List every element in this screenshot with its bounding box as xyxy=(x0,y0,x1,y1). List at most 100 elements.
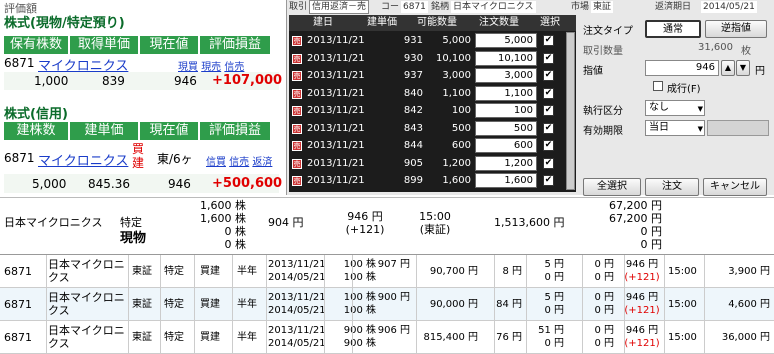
row-price: 843 xyxy=(403,122,423,134)
qty-unit: 枚 xyxy=(741,46,751,57)
margin-sell-link-2[interactable]: 信売 xyxy=(229,157,249,168)
grid-scrollbar[interactable] xyxy=(566,32,575,190)
row-qty-input[interactable]: 1,200 xyxy=(475,155,537,171)
qty-value: 31,600 xyxy=(698,42,733,53)
header-cost: 取得単価 xyxy=(70,36,138,54)
margin-row[interactable]: 6871 日本マイクロニクス 東証 特定 買建 半年 2013/11/21 2014/05/2… xyxy=(0,288,774,321)
order-type-normal[interactable]: 通常 xyxy=(645,20,701,38)
row-select-checkbox[interactable]: ✔ xyxy=(543,175,554,186)
row-select-checkbox[interactable]: ✔ xyxy=(543,87,554,99)
row-select-checkbox[interactable]: ✔ xyxy=(543,105,554,116)
column-divider xyxy=(128,321,129,354)
position-side: 買 建 xyxy=(131,142,145,170)
column-divider xyxy=(160,255,161,288)
row-code: 6871 xyxy=(4,331,32,344)
side-char-open: 建 xyxy=(131,156,144,170)
row-amount: 90,700 円 xyxy=(429,266,478,277)
row-qty-input[interactable]: 3,000 xyxy=(475,68,537,83)
grid-row[interactable]: 売 2013/11/21 844 600 600 ✔ xyxy=(289,137,565,155)
row-qty-input[interactable]: 5,000 xyxy=(475,33,537,48)
cash-summary-row: 日本マイクロニクス 特定 現物 1,600 株 1,600 株 0 株 0 株 … xyxy=(0,197,774,254)
row-qty-input[interactable]: 600 xyxy=(475,138,537,153)
due-date: 2014/05/21 xyxy=(268,272,326,283)
summary-time: 15:00 xyxy=(419,210,451,223)
column-divider xyxy=(664,288,665,321)
price-label: 指値 xyxy=(583,66,603,77)
price-input[interactable]: 946 xyxy=(645,60,719,76)
row-pl: 4,600 円 xyxy=(728,299,770,310)
shares-3: 0 株 xyxy=(224,225,247,238)
repay-link[interactable]: 返済 xyxy=(252,157,272,168)
open-date: 2013/11/21 xyxy=(268,292,326,303)
column-divider xyxy=(526,288,527,321)
row-name: 日本マイクロニクス xyxy=(48,291,125,317)
row-market: 東証 xyxy=(132,266,152,277)
cancel-button[interactable]: キャンセル xyxy=(703,178,767,196)
row-avail: 500 xyxy=(451,122,471,134)
column-divider xyxy=(704,255,705,288)
qty-label: 取引数量 xyxy=(583,46,623,57)
row-qty-input[interactable]: 10,100 xyxy=(475,50,537,66)
row-name: 日本マイクロニクス xyxy=(48,324,125,350)
issue-label: 銘柄 xyxy=(431,2,450,12)
repay-order-window: 取引 信用返済－売 コード 6871 銘柄 日本マイクロニクス 市場 東証 返済… xyxy=(286,0,774,196)
open-date: 2013/11/21 xyxy=(268,325,326,336)
margin-buy-link[interactable]: 信買 xyxy=(206,157,226,168)
margin-stock-name-link[interactable]: マイクロニクス xyxy=(38,150,128,169)
grid-row[interactable]: 売 2013/11/21 899 1,600 1,600 ✔ xyxy=(289,172,565,190)
row-select-checkbox[interactable]: ✔ xyxy=(543,122,554,134)
row-qty-input[interactable]: 500 xyxy=(475,120,537,136)
grid-row[interactable]: 売 2013/11/21 931 5,000 5,000 ✔ xyxy=(289,32,565,50)
margin-row[interactable]: 6871 日本マイクロニクス 東証 特定 買建 半年 2013/11/21 2014/05/2… xyxy=(0,321,774,354)
charge-3: 0 円 xyxy=(594,259,614,270)
open-price: 906 円 xyxy=(377,325,410,336)
margin-row[interactable]: 6871 日本マイクロニクス 東証 特定 買建 半年 2013/11/21 2014/05/2… xyxy=(0,255,774,288)
column-divider xyxy=(582,288,583,321)
price-unit: 円 xyxy=(755,66,765,77)
row-price: 842 xyxy=(403,105,423,116)
price-up-button[interactable]: ▲ xyxy=(721,60,735,76)
row-select-checkbox[interactable]: ✔ xyxy=(543,140,554,151)
order-type-label: 注文タイプ xyxy=(583,26,633,37)
grid-row[interactable]: 売 2013/11/21 930 10,100 10,100 ✔ xyxy=(289,50,565,68)
due-date: 2014/05/21 xyxy=(268,338,326,349)
row-term: 半年 xyxy=(237,266,257,277)
header-margin-price: 現在値 xyxy=(140,122,198,140)
pl-2: 67,200 円 xyxy=(609,212,662,225)
grid-row[interactable]: 売 2013/11/21 843 500 500 ✔ xyxy=(289,120,565,138)
col-date: 建日 xyxy=(313,17,333,28)
row-fee: 76 円 xyxy=(496,332,522,343)
grid-row[interactable]: 売 2013/11/21 840 1,100 1,100 ✔ xyxy=(289,85,565,103)
margin-pl: +500,600 xyxy=(212,176,283,191)
row-select-checkbox[interactable]: ✔ xyxy=(543,70,554,81)
row-select-checkbox[interactable]: ✔ xyxy=(543,52,554,64)
exec-select[interactable]: なし ▼ xyxy=(645,100,705,116)
column-divider xyxy=(232,288,233,321)
column-divider xyxy=(324,288,325,321)
row-qty-input[interactable]: 100 xyxy=(475,103,537,118)
order-button[interactable]: 注文 xyxy=(645,178,699,196)
grid-row[interactable]: 売 2013/11/21 842 100 100 ✔ xyxy=(289,102,565,120)
market-order-checkbox[interactable] xyxy=(653,81,663,91)
grid-row[interactable]: 売 2013/11/21 937 3,000 3,000 ✔ xyxy=(289,67,565,85)
row-qty-input[interactable]: 1,100 xyxy=(475,85,537,101)
row-dates: 2013/11/21 2014/05/21 xyxy=(268,258,326,284)
grid-row[interactable]: 売 2013/11/21 905 1,200 1,200 ✔ xyxy=(289,155,565,173)
row-select-checkbox[interactable]: ✔ xyxy=(543,157,554,169)
trade-links: 現買 現売 信売 xyxy=(178,58,244,73)
issue-value: 日本マイクロニクス xyxy=(451,1,536,13)
margin-market: 東/6ヶ xyxy=(157,152,193,166)
row-qty-input[interactable]: 1,600 xyxy=(475,173,537,188)
expiry-select[interactable]: 当日 ▼ xyxy=(645,120,705,136)
select-all-button[interactable]: 全選択 xyxy=(583,178,641,196)
column-divider xyxy=(526,255,527,288)
summary-cost: 904 円 xyxy=(268,216,304,229)
margin-holdings-header: 建株数 建単価 現在値 評価損益 xyxy=(4,122,274,140)
expiry-value: 当日 xyxy=(649,122,669,133)
row-market: 東証 xyxy=(132,332,152,343)
order-type-stop[interactable]: 逆指値 xyxy=(705,20,767,38)
row-select-checkbox[interactable]: ✔ xyxy=(543,35,554,46)
price-down-button[interactable]: ▼ xyxy=(736,60,750,76)
column-divider xyxy=(232,255,233,288)
row-price-block: 946 円 (+121) xyxy=(620,324,664,350)
